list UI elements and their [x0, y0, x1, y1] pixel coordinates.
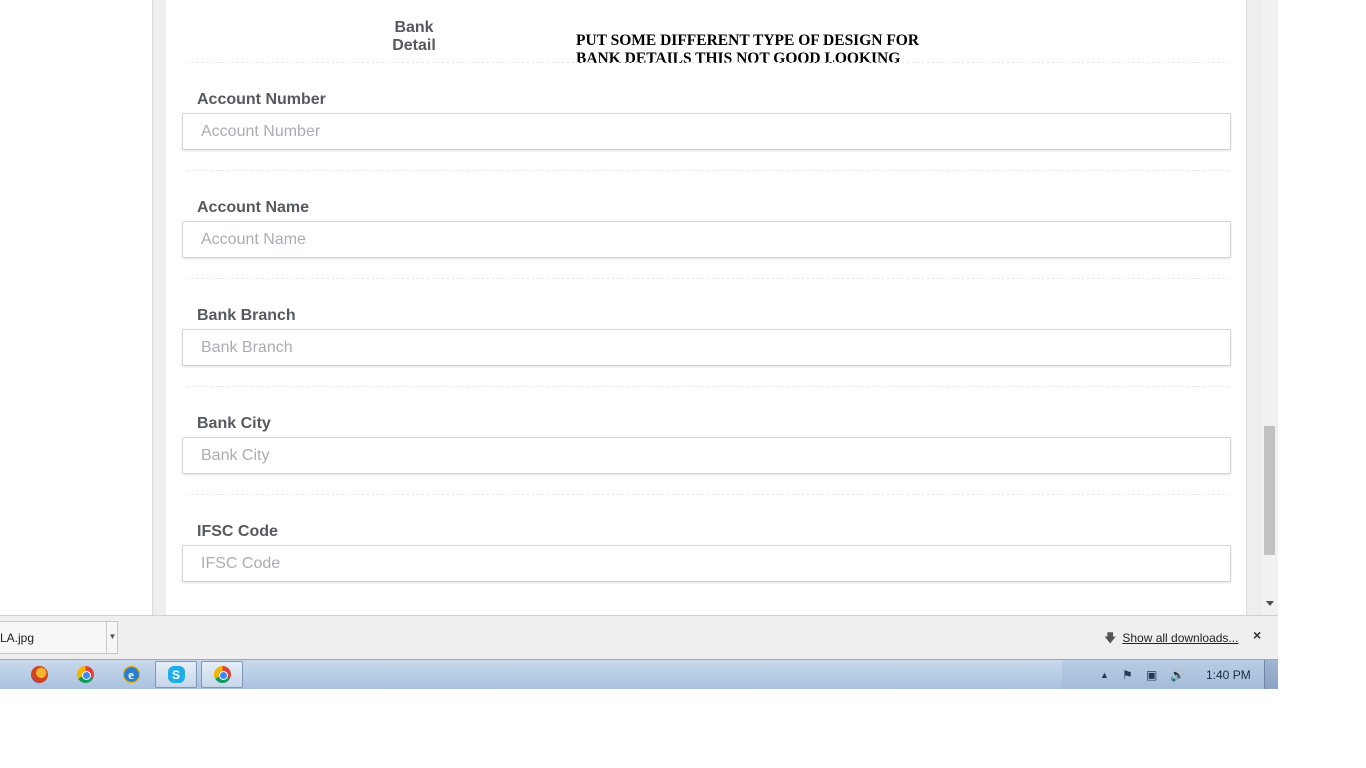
chrome-icon	[213, 666, 231, 683]
taskbar-chrome-button[interactable]	[64, 661, 106, 688]
vertical-scrollbar[interactable]	[1262, 0, 1278, 615]
scrollbar-thumb[interactable]	[1264, 426, 1275, 555]
close-icon[interactable]: ×	[1253, 627, 1261, 643]
download-file-name: LA.jpg	[0, 631, 35, 645]
skype-icon: S	[167, 666, 185, 683]
bank-detail-form: Bank Detail PUT SOME DIFFERENT TYPE OF D…	[166, 0, 1246, 615]
taskbar-skype-button[interactable]: S	[155, 661, 197, 688]
content-left-border	[152, 0, 166, 615]
taskbar-clock[interactable]: 1:40 PM	[1206, 668, 1251, 682]
taskbar-firefox-button[interactable]	[18, 661, 60, 688]
chevron-down-icon[interactable]: ▼	[106, 622, 118, 653]
divider	[186, 494, 1230, 495]
action-center-flag-icon[interactable]: ⚑	[1122, 668, 1133, 682]
volume-icon[interactable]: 🔊	[1170, 668, 1185, 682]
section-title: Bank Detail	[392, 19, 436, 54]
account-number-label: Account Number	[197, 91, 326, 108]
show-desktop-button[interactable]	[1264, 660, 1278, 689]
bank-city-label: Bank City	[197, 415, 271, 432]
taskbar-chrome-active-button[interactable]	[201, 661, 243, 688]
scroll-down-arrow-icon[interactable]	[1266, 601, 1274, 606]
internet-explorer-icon: e	[122, 666, 140, 683]
screen-right-area	[1278, 0, 1366, 689]
divider	[186, 170, 1230, 171]
download-item[interactable]: LA.jpg ▼	[0, 621, 118, 654]
divider	[186, 386, 1230, 387]
divider	[186, 62, 1230, 63]
bank-branch-input[interactable]	[182, 329, 1231, 366]
show-all-downloads-link[interactable]: 🡇 Show all downloads...	[1104, 629, 1238, 650]
ifsc-code-label: IFSC Code	[197, 523, 278, 540]
firefox-icon	[30, 666, 48, 683]
content-right-border	[1246, 0, 1262, 615]
download-shelf: LA.jpg ▼ 🡇 Show all downloads... ×	[0, 615, 1278, 659]
divider	[186, 278, 1230, 279]
screen-bottom-area	[0, 689, 1366, 768]
bank-branch-label: Bank Branch	[197, 307, 296, 324]
account-name-input[interactable]	[182, 221, 1231, 258]
account-name-label: Account Name	[197, 199, 310, 216]
left-pane	[0, 0, 152, 615]
ifsc-code-input[interactable]	[182, 545, 1231, 582]
account-number-input[interactable]	[182, 113, 1231, 150]
network-icon[interactable]: ▣	[1146, 668, 1157, 682]
chrome-icon	[76, 666, 94, 683]
windows-taskbar: e S ▲ ⚑ ▣ 🔊 1:40 PM	[0, 659, 1278, 689]
taskbar-ie-button[interactable]: e	[110, 661, 152, 688]
download-arrow-icon: 🡇	[1104, 631, 1117, 645]
show-all-downloads-label: Show all downloads...	[1122, 631, 1239, 645]
bank-city-input[interactable]	[182, 437, 1231, 474]
show-hidden-icons-icon[interactable]: ▲	[1100, 670, 1109, 680]
